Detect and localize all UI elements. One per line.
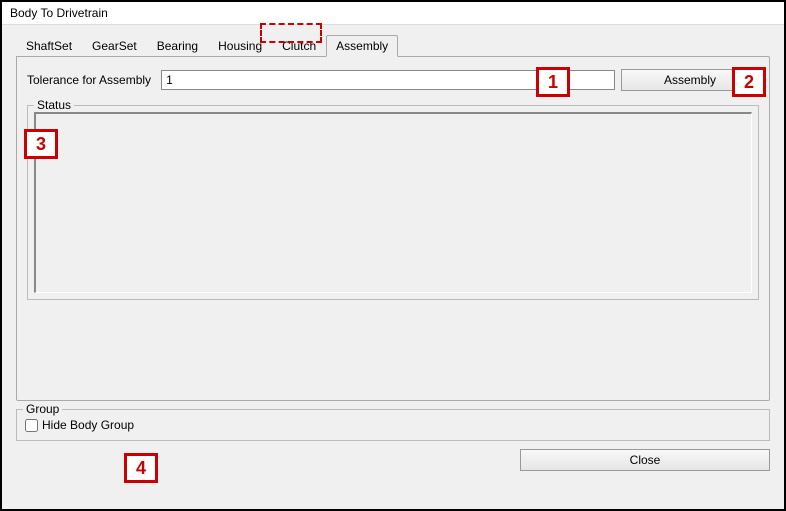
tab-gearset[interactable]: GearSet [82,35,147,56]
close-button[interactable]: Close [520,449,770,471]
tab-clutch[interactable]: Clutch [272,35,326,56]
tab-bearing[interactable]: Bearing [147,35,208,56]
status-fieldset: Status [27,105,759,300]
group-fieldset: Group Hide Body Group [16,409,770,441]
hide-body-group-checkbox[interactable] [25,419,38,432]
tab-shaftset[interactable]: ShaftSet [16,35,82,56]
hide-body-group-label: Hide Body Group [42,418,134,432]
dialog-window: Body To Drivetrain ShaftSet GearSet Bear… [0,0,786,511]
dialog-footer: Close [16,441,770,471]
tolerance-input[interactable] [161,70,615,90]
tolerance-label: Tolerance for Assembly [27,73,155,87]
tab-housing[interactable]: Housing [208,35,272,56]
assembly-tab-panel: Tolerance for Assembly Assembly Status [16,56,770,401]
panel-spacer [27,300,759,390]
hide-body-group-row[interactable]: Hide Body Group [25,418,761,432]
tab-bar: ShaftSet GearSet Bearing Housing Clutch … [16,35,770,56]
status-output [34,112,752,293]
assembly-button[interactable]: Assembly [621,69,759,91]
window-title: Body To Drivetrain [2,2,784,25]
tolerance-row: Tolerance for Assembly Assembly [27,69,759,91]
group-label: Group [23,402,62,416]
dialog-content: ShaftSet GearSet Bearing Housing Clutch … [2,25,784,509]
tab-assembly[interactable]: Assembly [326,35,398,57]
status-label: Status [34,98,74,112]
